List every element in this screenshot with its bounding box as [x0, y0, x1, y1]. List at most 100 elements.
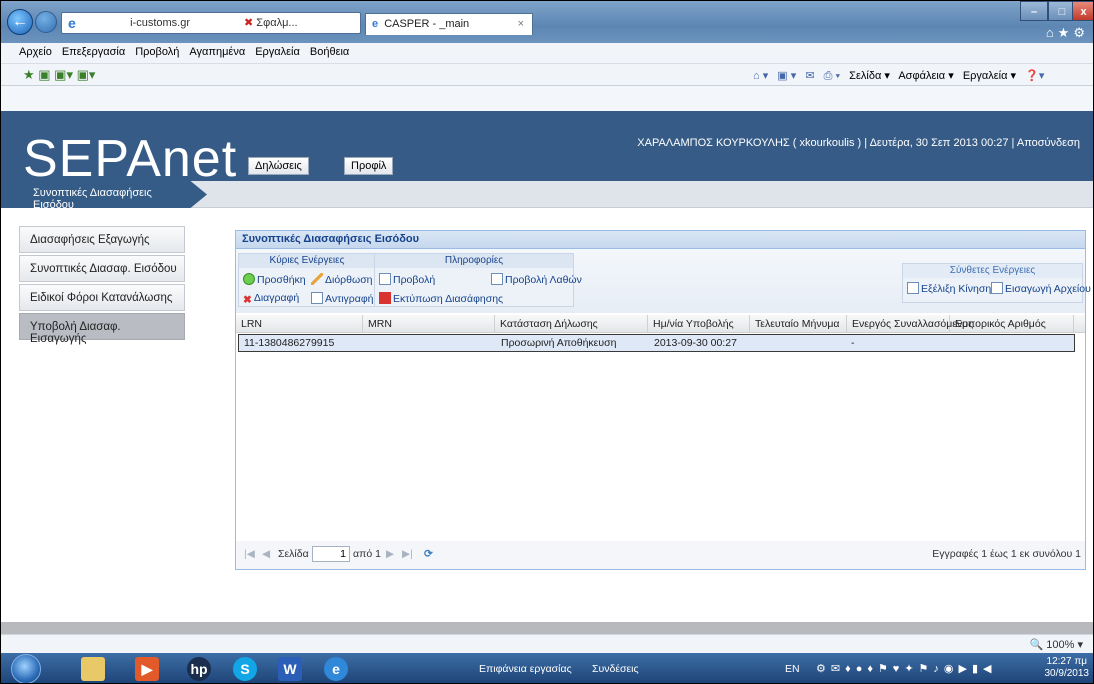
app-header: SEPAnet Δηλώσεις Προφίλ ΧΑΡΑΛΑΜΠΟΣ ΚΟΥΡΚ… — [1, 111, 1093, 188]
menu-file[interactable]: Αρχείο — [1, 43, 57, 58]
skype-icon[interactable]: S — [233, 657, 257, 681]
menu-view[interactable]: Προβολή — [130, 43, 184, 58]
language-indicator[interactable]: EN — [785, 663, 800, 675]
grid-header: LRN MRN Κατάσταση Δήλωσης Ημ/νία Υποβολή… — [236, 315, 1085, 333]
column-header-submission-date[interactable]: Ημ/νία Υποβολής — [648, 315, 750, 333]
edit-label: Διόρθωση — [325, 274, 373, 286]
address-url: i-customs.gr — [130, 17, 190, 29]
links-toolbar[interactable]: Συνδέσεις — [592, 663, 639, 675]
edit-button[interactable]: Διόρθωση — [311, 273, 373, 286]
page-label: Σελίδα — [278, 548, 309, 560]
menu-edit[interactable]: Επεξεργασία — [57, 43, 130, 58]
hp-icon[interactable]: hp — [187, 657, 211, 681]
breadcrumb[interactable]: Συνοπτικές Διασαφήσεις Εισόδου — [1, 181, 207, 208]
print-declaration-button[interactable]: Εκτύπωση Διασάφησης — [379, 292, 503, 305]
internet-explorer-icon[interactable]: e — [324, 657, 348, 681]
column-header-status[interactable]: Κατάσταση Δήλωσης — [495, 315, 648, 333]
pdf-icon — [379, 292, 391, 304]
profile-menu-button[interactable]: Προφίλ — [344, 157, 394, 175]
column-header-last-message[interactable]: Τελευταίο Μήνυμα — [750, 315, 847, 333]
view-label: Προβολή — [393, 274, 436, 286]
tools-menu[interactable]: Εργαλεία ▾ — [963, 70, 1016, 82]
help-icon[interactable]: ❓▾ — [1025, 70, 1044, 82]
view-button[interactable]: Προβολή — [379, 273, 435, 286]
windows-taskbar: ▶ hp S W e Επιφάνεια εργασίας Συνδέσεις … — [1, 653, 1093, 683]
document-icon — [379, 273, 391, 285]
tab-close-icon[interactable]: × — [518, 18, 524, 30]
media-player-icon[interactable]: ▶ — [135, 657, 159, 681]
desktop-toolbar[interactable]: Επιφάνεια εργασίας — [479, 663, 572, 675]
print-icon[interactable]: ⎙ ▾ — [824, 70, 840, 82]
ie-tab-icon: e — [372, 18, 379, 30]
user-info[interactable]: ΧΑΡΑΛΑΜΠΟΣ ΚΟΥΡΚΟΥΛΗΣ ( xkourkoulis ) | … — [452, 137, 1092, 149]
favorites-bar: ★ ▣ ▣▾ ▣▾ ⌂ ▾ ▣ ▾ ✉ ⎙ ▾ Σελίδα ▾ Ασφάλει… — [1, 64, 1093, 86]
import-file-label: Εισαγωγή Αρχείου — [1005, 283, 1091, 295]
clock[interactable]: 12:27 πμ 30/9/2013 — [1045, 656, 1090, 680]
next-page-icon[interactable]: ▶ — [386, 548, 394, 560]
print-declaration-label: Εκτύπωση Διασάφησης — [393, 293, 504, 305]
table-row[interactable]: 11-1380486279915 Προσωρινή Αποθήκευση 20… — [238, 334, 1075, 352]
menu-tools[interactable]: Εργαλεία — [250, 43, 305, 58]
error-tab[interactable]: ✖ Σφαλμ... — [244, 16, 298, 29]
declarations-menu-button[interactable]: Δηλώσεις — [248, 157, 309, 175]
panel-title: Συνοπτικές Διασαφήσεις Εισόδου — [236, 231, 1085, 249]
zoom-value: 100% — [1046, 639, 1075, 651]
error-tab-label: Σφαλμ... — [256, 17, 298, 29]
page-top-gap — [1, 86, 1093, 111]
back-button[interactable]: ← — [7, 9, 33, 35]
delete-button[interactable]: ✖ Διαγραφή — [243, 292, 299, 306]
declarations-panel: Συνοπτικές Διασαφήσεις Εισόδου Κύριες Εν… — [235, 230, 1091, 570]
delete-icon: ✖ — [243, 294, 252, 306]
add-label: Προσθήκη — [257, 274, 306, 286]
mail-icon[interactable]: ✉ — [805, 70, 814, 82]
address-bar[interactable]: e i-customs.gr ✖ Σφαλμ... — [61, 12, 361, 34]
sidebar-item-export-declarations[interactable]: Διασαφήσεις Εξαγωγής — [19, 226, 185, 253]
column-header-lrn[interactable]: LRN — [236, 315, 363, 333]
feeds-icon[interactable]: ▣ ▾ — [777, 70, 796, 82]
zoom-level[interactable]: 🔍 100% ▾ — [1030, 638, 1083, 651]
menu-help[interactable]: Βοήθεια — [305, 43, 354, 58]
safety-menu[interactable]: Ασφάλεια ▾ — [898, 70, 953, 82]
info-title: Πληροφορίες — [375, 254, 573, 268]
browser-toolbar-icons[interactable]: ⌂★⚙ — [1046, 25, 1089, 41]
home-icon[interactable]: ⌂ ▾ — [753, 70, 768, 82]
browser-tab-active[interactable]: e CASPER - _main × — [365, 13, 533, 35]
document-icon — [491, 273, 503, 285]
movement-history-button[interactable]: Εξέλιξη Κίνησης — [907, 282, 996, 295]
sidebar-item-import-submission[interactable]: Υποβολή Διασαφ. Εισαγωγής — [19, 313, 185, 345]
sidebar-item-excise-duties[interactable]: Ειδικοί Φόροι Κατανάλωσης — [19, 284, 185, 311]
sidebar: Διασαφήσεις Εξαγωγής Συνοπτικές Διασαφ. … — [19, 226, 185, 345]
document-icon — [907, 282, 919, 294]
main-actions-title: Κύριες Ενέργειες — [239, 254, 375, 268]
explorer-icon[interactable] — [81, 657, 105, 681]
window-close-button[interactable]: x — [1072, 1, 1093, 21]
system-tray-icons[interactable]: ⚙✉♦●♦⚑♥✦⚑♪◉▶▮◀ — [816, 662, 997, 675]
page-number-input[interactable] — [312, 546, 350, 562]
info-group: Πληροφορίες Προβολή Προβολή Λαθών Εκτύπω… — [374, 253, 582, 307]
minimize-button[interactable]: – — [1020, 1, 1048, 21]
word-icon[interactable]: W — [278, 657, 302, 681]
screen: ← e i-customs.gr ✖ Σφαλμ... e CASPER - _… — [0, 0, 1094, 684]
start-button[interactable] — [11, 654, 41, 683]
forward-button[interactable] — [35, 11, 57, 33]
delete-label: Διαγραφή — [253, 292, 300, 304]
copy-button[interactable]: Αντιγραφή — [311, 292, 374, 305]
menu-favorites[interactable]: Αγαπημένα — [184, 43, 250, 58]
refresh-icon[interactable]: ⟳ — [424, 548, 433, 560]
prev-page-icon[interactable]: ◀ — [262, 548, 270, 560]
browser-statusbar: 🔍 100% ▾ — [1, 634, 1093, 653]
page-menu[interactable]: Σελίδα ▾ — [849, 70, 890, 82]
add-button[interactable]: Προσθήκη — [243, 273, 306, 286]
last-page-icon[interactable]: ▶| — [402, 548, 413, 560]
view-errors-button[interactable]: Προβολή Λαθών — [491, 273, 582, 286]
column-header-mrn[interactable]: MRN — [363, 315, 495, 333]
import-file-button[interactable]: Εισαγωγή Αρχείου — [991, 282, 1091, 295]
pencil-icon — [311, 273, 323, 285]
sepanet-logo: SEPAnet — [23, 130, 238, 188]
favorites-icons[interactable]: ★ ▣ ▣▾ ▣▾ — [23, 67, 95, 83]
page-of-label: από 1 — [353, 548, 381, 560]
sidebar-item-entry-summary[interactable]: Συνοπτικές Διασαφ. Εισόδου — [19, 255, 185, 282]
column-header-active-trader[interactable]: Ενεργός Συναλλασόμενος — [847, 315, 973, 333]
first-page-icon[interactable]: |◀ — [244, 548, 255, 560]
column-header-commercial-number[interactable]: Εμπορικός Αριθμός — [950, 315, 1074, 333]
